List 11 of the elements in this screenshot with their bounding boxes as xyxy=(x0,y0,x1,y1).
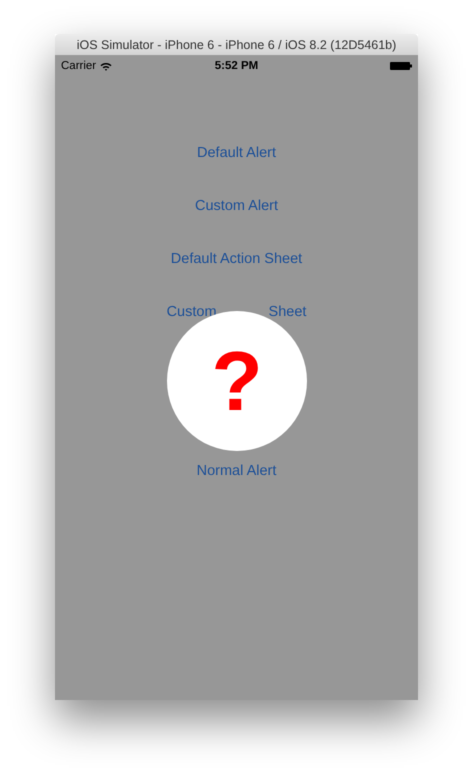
window-title: iOS Simulator - iPhone 6 - iPhone 6 / iOS 8.2 (12D5461b) xyxy=(76,38,396,52)
alert-button[interactable]: Default Action Sheet xyxy=(168,249,304,269)
alert-button[interactable]: Custom Sheet xyxy=(164,302,308,322)
wifi-icon xyxy=(100,62,112,70)
alert-button[interactable]: Custom Alert xyxy=(193,196,280,216)
status-time: 5:52 PM xyxy=(214,60,258,72)
question-mark: ? xyxy=(211,339,263,423)
alert-button[interactable]: Normal Alert xyxy=(194,461,278,481)
carrier-label: Carrier xyxy=(61,60,96,72)
alert-button[interactable]: Default Alert xyxy=(195,143,278,163)
battery-icon xyxy=(390,62,412,70)
